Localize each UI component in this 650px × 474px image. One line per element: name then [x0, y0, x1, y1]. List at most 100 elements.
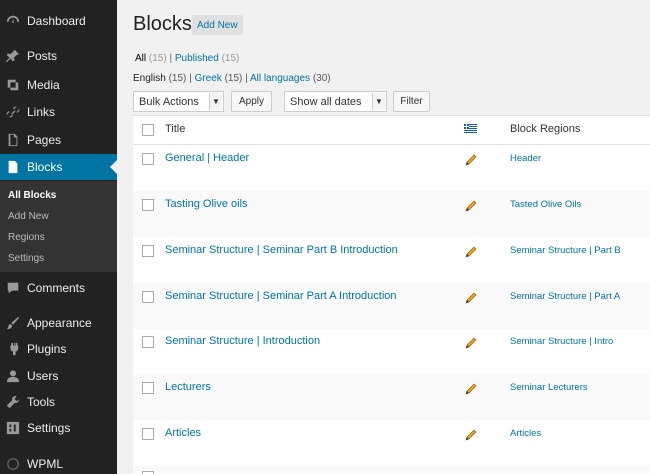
row-region-link[interactable]: Seminar Structure | Intro	[510, 336, 613, 347]
menu-label: Dashboard	[27, 14, 86, 28]
menu-plugins[interactable]: Plugins	[0, 336, 117, 362]
col-block-regions[interactable]: Block Regions	[510, 123, 580, 135]
submenu-settings[interactable]: Settings	[8, 253, 44, 264]
admin-sidebar: Dashboard Posts Media Links Pages Blocks…	[0, 0, 117, 474]
menu-settings[interactable]: Settings	[0, 415, 117, 441]
user-icon	[6, 369, 20, 383]
lang-greek-count: (15)	[224, 73, 243, 84]
bulk-actions-select[interactable]: Bulk Actions ▼	[133, 91, 224, 112]
table-row: General | Header Header	[133, 145, 650, 191]
row-checkbox[interactable]	[142, 153, 154, 165]
row-title-link[interactable]: Lecturers	[165, 381, 211, 393]
blocks-icon	[6, 160, 20, 174]
row-title-link[interactable]: Tasting Olive oils	[165, 198, 248, 210]
menu-blocks[interactable]: Blocks	[0, 154, 117, 180]
row-checkbox[interactable]	[142, 245, 154, 257]
menu-appearance[interactable]: Appearance	[0, 310, 117, 336]
row-checkbox[interactable]	[142, 199, 154, 211]
pencil-icon[interactable]	[465, 246, 477, 258]
row-checkbox[interactable]	[142, 291, 154, 303]
pencil-icon[interactable]	[465, 292, 477, 304]
pencil-icon[interactable]	[465, 383, 477, 395]
pencil-icon[interactable]	[465, 154, 477, 166]
table-row: Lecturers Seminar Lecturers	[133, 374, 650, 420]
table-row: Seminar Structure | Introduction Seminar…	[133, 328, 650, 374]
filter-all[interactable]: All	[135, 53, 146, 64]
menu-tools[interactable]: Tools	[0, 389, 117, 415]
row-checkbox[interactable]	[142, 382, 154, 394]
col-title[interactable]: Title	[165, 123, 185, 135]
menu-links[interactable]: Links	[0, 99, 117, 125]
row-title-link[interactable]: General | Header	[165, 152, 249, 164]
menu-label: Media	[27, 78, 60, 92]
wpml-icon	[6, 457, 20, 471]
separator: |	[189, 73, 192, 84]
menu-dashboard[interactable]: Dashboard	[0, 8, 117, 34]
menu-label: Settings	[27, 421, 71, 435]
language-filter: English (15) | Greek (15) | All language…	[133, 73, 331, 84]
main-content: Blocks Add New All (15) | Published (15)…	[117, 0, 650, 474]
filter-published-count: (15)	[221, 53, 240, 64]
menu-users[interactable]: Users	[0, 363, 117, 389]
comment-icon	[6, 281, 20, 295]
dates-value: Show all dates	[290, 95, 362, 108]
apply-button[interactable]: Apply	[231, 91, 272, 112]
table-row: Tasting Olive oils Tasted Olive Oils	[133, 191, 650, 237]
lang-all[interactable]: All languages	[250, 73, 310, 84]
menu-pages[interactable]: Pages	[0, 127, 117, 153]
blocks-table: Title Block Regions General | Header Hea…	[133, 115, 650, 474]
table-row: Articles Articles	[133, 420, 650, 466]
add-new-button[interactable]: Add New	[192, 15, 243, 35]
menu-label: Users	[27, 369, 59, 383]
row-checkbox[interactable]	[142, 336, 154, 348]
menu-label: Posts	[27, 49, 58, 63]
filter-published[interactable]: Published	[175, 53, 219, 64]
menu-comments[interactable]: Comments	[0, 275, 117, 301]
menu-media[interactable]: Media	[0, 72, 117, 98]
row-region-link[interactable]: Seminar Structure | Part B	[510, 245, 621, 256]
pencil-icon[interactable]	[465, 200, 477, 212]
row-region-link[interactable]: Seminar Lecturers	[510, 382, 588, 393]
filter-all-count: (15)	[148, 53, 167, 64]
menu-label: Plugins	[27, 342, 67, 356]
table-row: Seminar Structure | Seminar Part B Intro…	[133, 237, 650, 283]
row-title-link[interactable]: Seminar Structure | Introduction	[165, 335, 320, 347]
greek-flag-icon[interactable]	[464, 124, 477, 133]
row-region-link[interactable]: Header	[510, 153, 541, 164]
select-all-checkbox[interactable]	[142, 124, 154, 136]
pencil-icon[interactable]	[465, 337, 477, 349]
row-title-link[interactable]: Articles	[165, 427, 201, 439]
dates-select[interactable]: Show all dates ▼	[284, 91, 387, 112]
chevron-down-icon: ▼	[209, 93, 222, 110]
submenu-regions[interactable]: Regions	[8, 232, 45, 243]
row-region-link[interactable]: Seminar Structure | Part A	[510, 291, 620, 302]
menu-label: Comments	[27, 281, 86, 295]
row-region-link[interactable]: Articles	[510, 428, 541, 439]
row-title-link[interactable]: Seminar Structure | Seminar Part A Intro…	[165, 290, 397, 302]
lang-all-count: (30)	[312, 73, 331, 84]
row-checkbox[interactable]	[142, 428, 154, 440]
lang-greek[interactable]: Greek	[195, 73, 222, 84]
filter-button[interactable]: Filter	[393, 91, 430, 112]
bulk-actions-value: Bulk Actions	[139, 95, 199, 108]
menu-label: WPML	[27, 457, 63, 471]
table-row	[133, 466, 650, 474]
submenu-all-blocks[interactable]: All Blocks	[8, 190, 56, 201]
media-icon	[6, 78, 20, 92]
status-filter: All (15) | Published (15)	[135, 53, 239, 64]
row-region-link[interactable]: Tasted Olive Oils	[510, 199, 581, 210]
lang-english[interactable]: English	[133, 73, 166, 84]
page-icon	[6, 133, 20, 147]
table-row: Seminar Structure | Seminar Part A Intro…	[133, 283, 650, 329]
menu-label: Appearance	[27, 316, 92, 330]
pin-icon	[6, 49, 20, 63]
submenu-add-new[interactable]: Add New	[8, 211, 49, 222]
separator: |	[169, 53, 173, 64]
row-title-link[interactable]: Seminar Structure | Seminar Part B Intro…	[165, 244, 398, 256]
menu-wpml[interactable]: WPML	[0, 451, 117, 474]
menu-posts[interactable]: Posts	[0, 43, 117, 69]
plugin-icon	[6, 342, 20, 356]
pencil-icon[interactable]	[465, 429, 477, 441]
table-header: Title Block Regions	[133, 116, 650, 145]
lang-english-count: (15)	[168, 73, 187, 84]
